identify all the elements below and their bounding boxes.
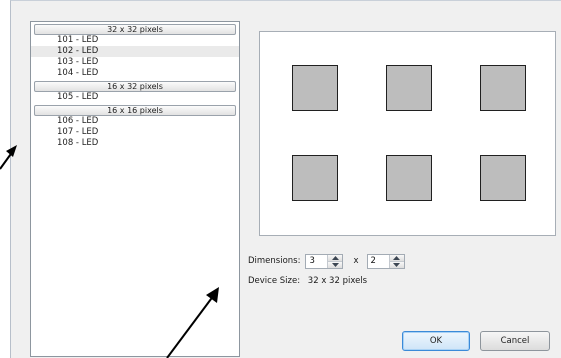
cancel-button[interactable]: Cancel [480,331,550,351]
triangle-up-icon [331,255,339,260]
group-header-32x32[interactable]: 32 x 32 pixels [34,24,236,35]
list-item-107[interactable]: 107 - LED [31,127,239,138]
group-header-16x16[interactable]: 16 x 16 pixels [34,105,236,116]
group-header-16x32[interactable]: 16 x 32 pixels [34,81,236,92]
dimensions-separator: x [353,256,359,266]
width-decrement-button[interactable] [328,260,343,268]
device-size-row: Device Size: 32 x 32 pixels [248,276,367,286]
preview-grid [292,65,526,201]
list-item-104[interactable]: 104 - LED [31,68,239,79]
preview-cell-3 [480,65,526,111]
list-item-108[interactable]: 108 - LED [31,138,239,149]
device-list[interactable]: 32 x 32 pixels 101 - LED 102 - LED 103 -… [30,21,240,357]
width-input[interactable] [306,254,328,268]
preview-cell-6 [480,155,526,201]
list-item-105[interactable]: 105 - LED [31,92,239,103]
triangle-down-icon [331,262,339,267]
triangle-down-icon [393,262,401,267]
dimensions-label: Dimensions: [248,256,301,266]
height-input[interactable] [367,254,389,268]
device-dialog: 32 x 32 pixels 101 - LED 102 - LED 103 -… [10,0,561,358]
height-decrement-button[interactable] [389,260,404,268]
ok-button[interactable]: OK [402,331,470,351]
preview-cell-2 [386,65,432,111]
width-stepper[interactable] [305,253,344,269]
dimensions-row: Dimensions: x [248,252,405,270]
layout-preview [259,31,556,236]
list-item-103[interactable]: 103 - LED [31,57,239,68]
list-item-101[interactable]: 101 - LED [31,35,239,46]
list-item-106[interactable]: 106 - LED [31,116,239,127]
height-stepper[interactable] [366,253,405,269]
device-size-label: Device Size: [248,276,301,286]
triangle-up-icon [393,255,401,260]
preview-cell-5 [386,155,432,201]
device-size-value: 32 x 32 pixels [307,276,368,286]
preview-cell-4 [292,155,338,201]
list-item-102[interactable]: 102 - LED [31,46,239,57]
preview-cell-1 [292,65,338,111]
